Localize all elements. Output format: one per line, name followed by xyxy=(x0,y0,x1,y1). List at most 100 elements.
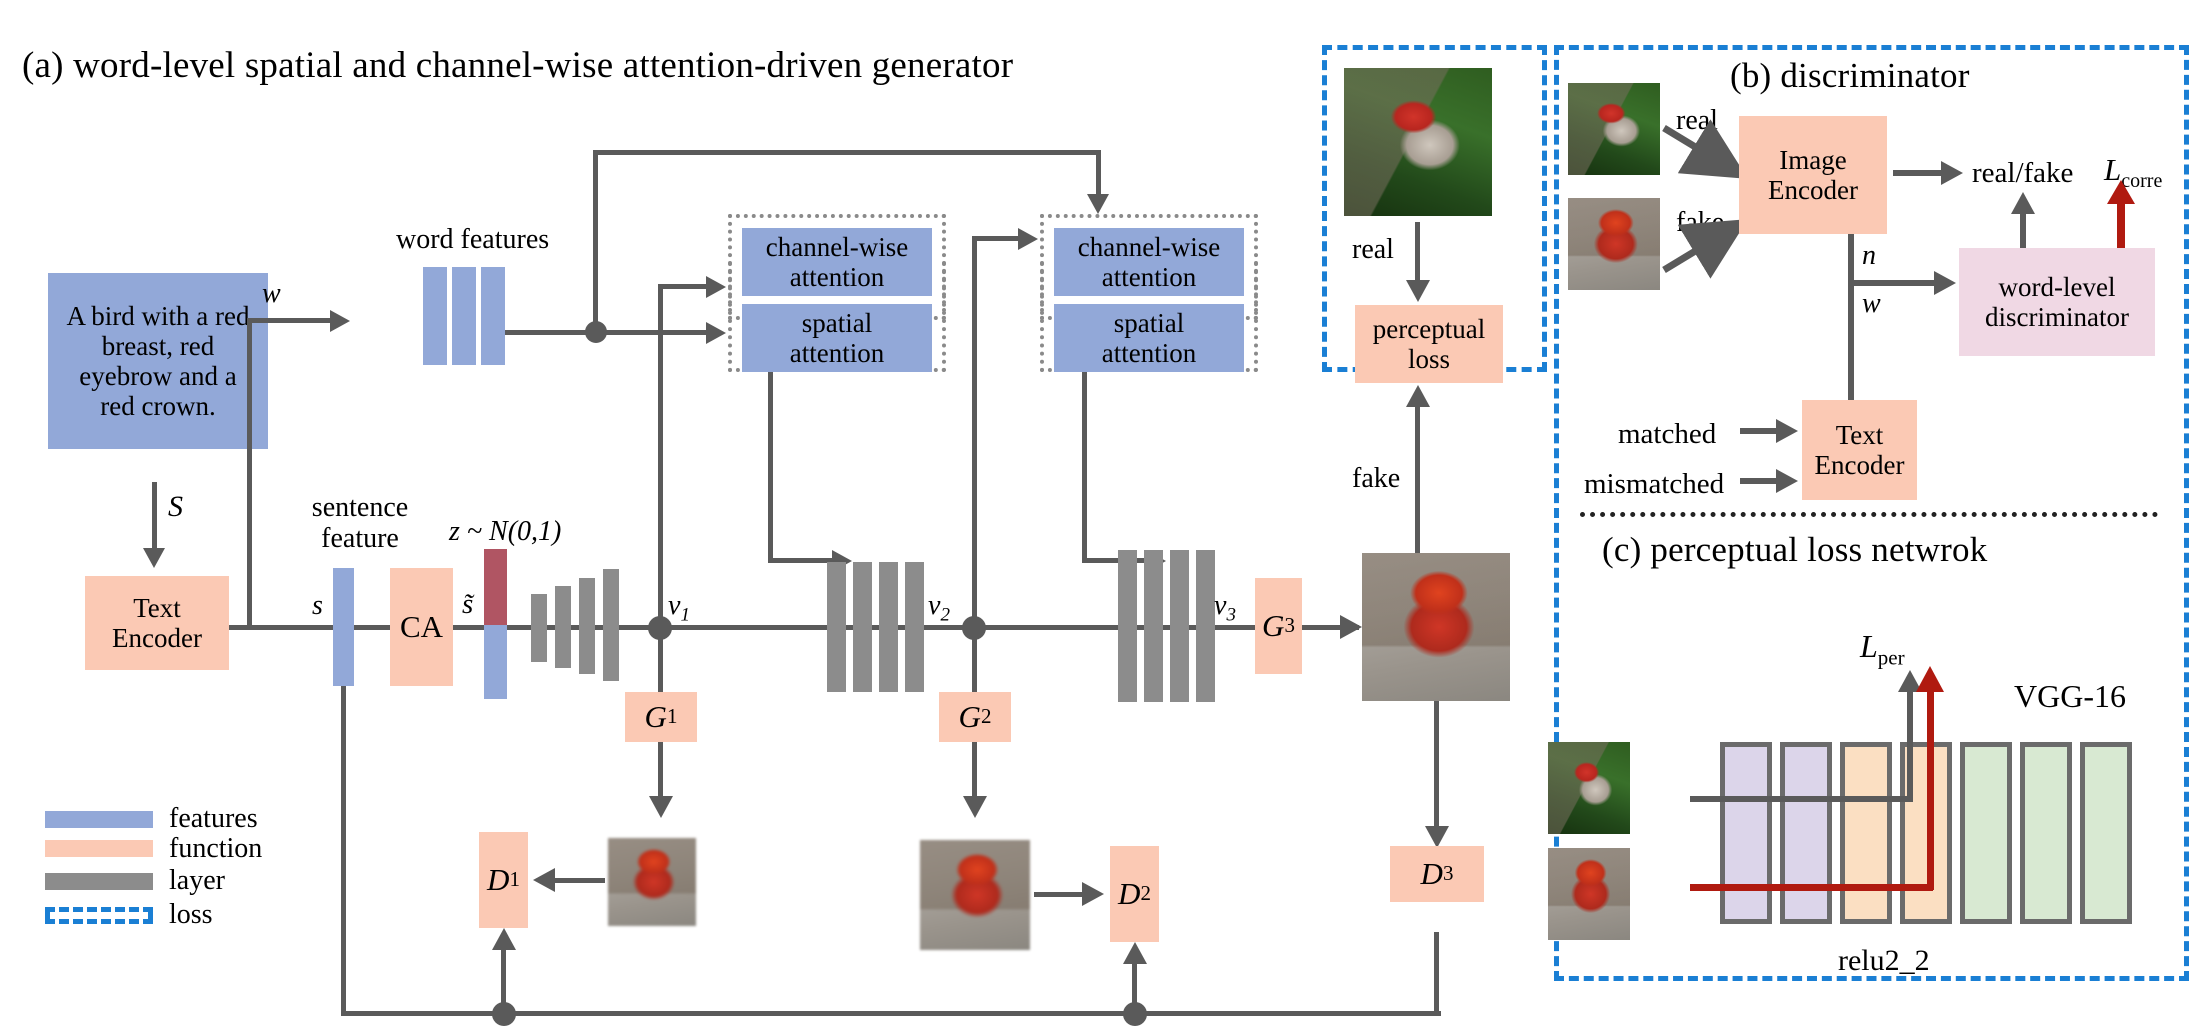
d1-feedback-shaft xyxy=(501,948,506,1010)
stage1-layer-bar-3 xyxy=(579,578,595,674)
attention-block-2-channel-wise: channel-wise attention xyxy=(1054,228,1244,296)
image-encoder-line2: Encoder xyxy=(1768,175,1858,205)
d3-subscript: 3 xyxy=(1442,861,1454,886)
image1-to-d1-arrow-head xyxy=(533,868,555,892)
v3-subscript: 3 xyxy=(1226,604,1236,626)
panel-b-title: (b) discriminator xyxy=(1730,56,1970,95)
panel-c-title: (c) perceptual loss netwrok xyxy=(1602,530,1988,569)
spatial-attention-1-line2: attention xyxy=(789,338,885,368)
l-per-label: Lper xyxy=(1860,628,1905,670)
stage2-layer-bar-1 xyxy=(827,562,846,692)
sentence-feedback-riser xyxy=(341,686,346,1016)
v1-to-g1-riser xyxy=(658,628,663,692)
sentence-feature-bar xyxy=(333,568,354,686)
word-level-discriminator-box: word-level discriminator xyxy=(1959,248,2155,356)
stage3-layer-bar-4 xyxy=(1196,550,1215,702)
channel-attention-1-line1: channel-wise xyxy=(765,231,909,262)
vgg-block-6 xyxy=(2020,742,2072,924)
word-features-to-att2-arrow-head xyxy=(1087,194,1109,214)
v2-label: v2 xyxy=(928,590,950,627)
vgg-real-path-riser xyxy=(1907,690,1913,800)
function-swatch xyxy=(45,840,153,857)
legend-item-features: features xyxy=(45,803,325,834)
image-encoder-line1: Image xyxy=(1779,144,1847,175)
attention-block-1-spatial: spatial attention xyxy=(742,304,932,372)
word-features-out-line xyxy=(505,330,710,335)
matched-label: matched xyxy=(1618,418,1717,450)
panel-a-title: (a) word-level spatial and channel-wise … xyxy=(22,45,1014,86)
g1-subscript: 1 xyxy=(666,704,678,729)
word-feature-bar-3 xyxy=(481,267,505,365)
mismatched-arrow-shaft xyxy=(1740,478,1780,484)
word-level-disc-line2: discriminator xyxy=(1985,302,2129,332)
noise-distribution-label: z ~ N(0,1) xyxy=(449,516,562,547)
text-encoder-label-line1: Text xyxy=(133,592,181,623)
stage2-layer-bar-4 xyxy=(905,562,924,692)
attention2-output-riser xyxy=(1082,372,1087,562)
attention1-output-connector xyxy=(768,558,836,563)
l-per-subscript: per xyxy=(1877,645,1905,670)
stage3-layer-bar-3 xyxy=(1170,550,1189,702)
mismatched-arrow-head xyxy=(1776,469,1798,493)
stage3-layer-bar-2 xyxy=(1144,550,1163,702)
d3-feedback-riser xyxy=(1434,932,1439,1016)
d2-box: D2 xyxy=(1110,846,1159,942)
real-to-perceptual-shaft xyxy=(1415,222,1420,284)
d3-box: D3 xyxy=(1390,846,1484,902)
channel-attention-2-line1: channel-wise xyxy=(1077,231,1221,262)
stilde-vector-bar xyxy=(484,625,507,699)
sentence-feature-line1: sentence xyxy=(311,492,409,523)
d2-symbol: D xyxy=(1118,875,1141,911)
ca-box: CA xyxy=(390,568,453,686)
perceptual-loss-line2: loss xyxy=(1407,344,1451,374)
matched-arrow-shaft xyxy=(1740,428,1780,434)
word-features-top-bus xyxy=(593,150,1101,155)
g1-to-image-shaft xyxy=(658,742,663,800)
attention2-output-connector xyxy=(1082,558,1150,563)
text-encoder-box: Text Encoder xyxy=(85,576,229,670)
vgg-fake-image xyxy=(1548,848,1630,940)
discriminator-text-encoder-box: Text Encoder xyxy=(1802,400,1917,500)
v3-symbol: v xyxy=(1214,590,1227,621)
vgg-block-1 xyxy=(1720,742,1772,924)
word-level-disc-line1: word-level xyxy=(1998,271,2116,302)
image2-to-d2-shaft xyxy=(1034,892,1086,897)
image3-to-d3-shaft xyxy=(1434,701,1439,831)
l-corre-arrow-head xyxy=(2107,180,2135,204)
g2-box: G2 xyxy=(939,692,1011,742)
real-to-perceptual-arrow-head xyxy=(1406,280,1430,302)
wld-to-realfake-shaft xyxy=(2020,212,2026,252)
word-features-to-att2-riser xyxy=(1096,150,1101,198)
generated-image-stage2 xyxy=(920,840,1030,950)
g3-box: G3 xyxy=(1255,578,1302,674)
encoder-to-wld-arrow-head xyxy=(1934,271,1956,295)
vgg-block-7 xyxy=(2080,742,2132,924)
noise-vector-bar xyxy=(484,549,507,625)
disc-text-encoder-line2: Encoder xyxy=(1814,450,1905,480)
w-arrow-head xyxy=(330,310,350,332)
image-encoder-box: Image Encoder xyxy=(1739,116,1887,234)
g3-symbol: G xyxy=(1262,607,1285,643)
g2-to-image-shaft xyxy=(972,742,977,800)
word-features-up-riser xyxy=(593,150,598,330)
figure-canvas: (a) word-level spatial and channel-wise … xyxy=(0,0,2203,1030)
features-swatch xyxy=(45,810,153,828)
channel-attention-2-line2: attention xyxy=(1101,262,1197,292)
image3-to-d3-arrow-head xyxy=(1425,826,1449,848)
attention-block-1-channel-wise: channel-wise attention xyxy=(742,228,932,296)
v2-subscript: 2 xyxy=(940,604,950,626)
spatial-attention-2-line2: attention xyxy=(1101,338,1197,368)
fake-to-perceptual-arrow-head xyxy=(1406,385,1430,407)
attention-block-2-spatial: spatial attention xyxy=(1054,304,1244,372)
caption-to-encoder-arrow-shaft xyxy=(152,482,157,552)
discriminator-fake-image xyxy=(1568,198,1660,290)
caption-to-encoder-arrow-head xyxy=(143,548,165,568)
d1-box: D1 xyxy=(479,832,528,928)
relu-label: relu2_2 xyxy=(1838,944,1930,977)
v1-symbol: v xyxy=(668,590,681,621)
sentence-feature-label: sentence feature xyxy=(290,492,430,555)
channel-attention-1-line2: attention xyxy=(789,262,885,292)
d3-symbol: D xyxy=(1420,855,1443,891)
legend-item-function: function xyxy=(45,833,325,864)
legend-label-function: function xyxy=(169,832,263,864)
